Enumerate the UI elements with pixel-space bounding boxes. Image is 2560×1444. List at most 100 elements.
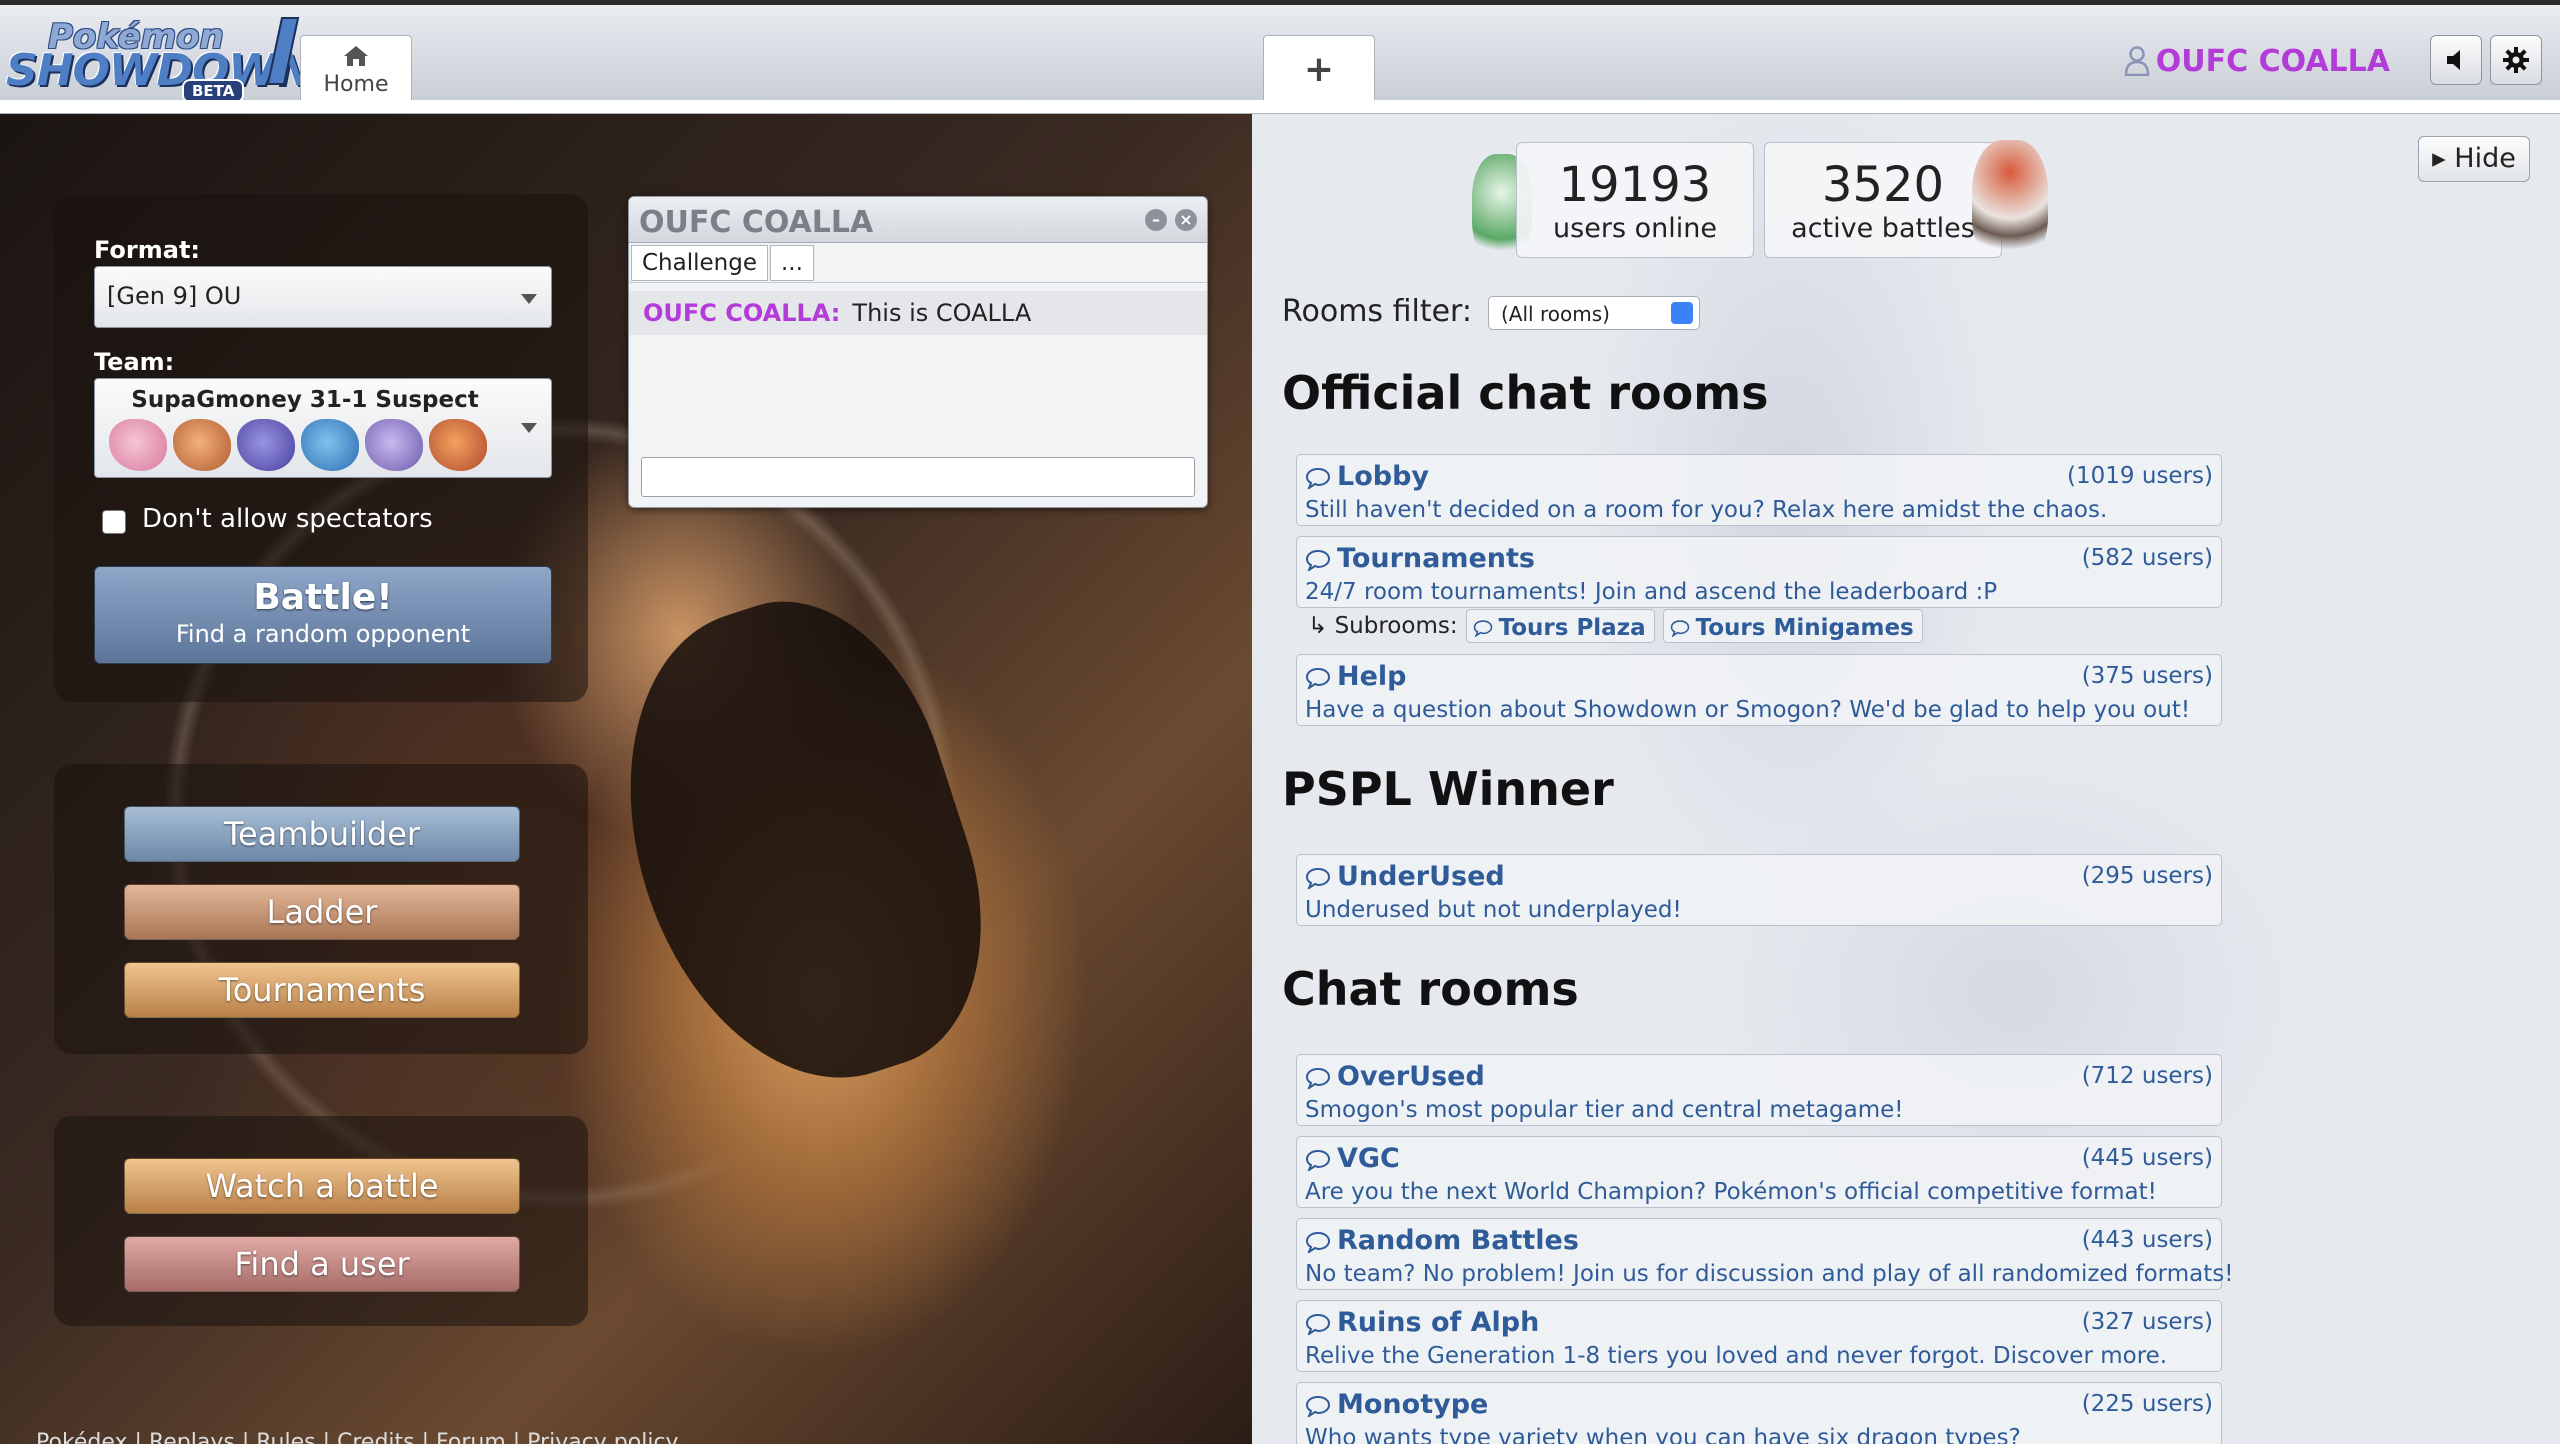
room-name: Ruins of Alph	[1337, 1307, 1540, 1338]
kartana-icon	[365, 419, 423, 471]
minimize-icon[interactable]: –	[1145, 209, 1167, 231]
room-description: 24/7 room tournaments! Join and ascend t…	[1305, 579, 1998, 605]
teambuilder-button[interactable]: Teambuilder	[124, 806, 520, 862]
team-label: Team:	[94, 348, 175, 376]
room-description: Underused but not underplayed!	[1305, 897, 1682, 923]
room-description: Still haven't decided on a room for you?…	[1305, 497, 2108, 523]
subroom-label: Tours Plaza	[1498, 614, 1646, 641]
showdown-logo[interactable]: Pokémon SHOWDOWN BETA	[6, 13, 313, 103]
pm-message: OUFC COALLA: This is COALLA	[629, 291, 1207, 335]
pspl-winner-heading: PSPL Winner	[1282, 762, 1614, 816]
subroom-tours-plaza[interactable]: Tours Plaza	[1465, 609, 1655, 643]
subroom-label: Tours Minigames	[1695, 614, 1914, 641]
active-battles-box: 3520 active battles	[1764, 142, 2002, 258]
users-online-label: users online	[1553, 213, 1717, 244]
rooms-filter-label: Rooms filter:	[1282, 294, 1472, 329]
footer-links[interactable]: Pokédex | Replays | Rules | Credits | Fo…	[36, 1430, 679, 1444]
users-online-count: 19193	[1558, 157, 1712, 213]
pm-window: OUFC COALLA – × Challenge ... OUFC COALL…	[628, 196, 1208, 508]
more-options-button[interactable]: ...	[770, 245, 814, 281]
active-battles-count: 3520	[1821, 157, 1945, 213]
chat-bubble-icon	[1670, 619, 1689, 637]
room-description: Have a question about Showdown or Smogon…	[1305, 697, 2191, 723]
menu-group-social	[54, 1116, 588, 1326]
room-user-count: (582 users)	[2081, 545, 2213, 571]
background-art	[573, 566, 1027, 1122]
room-user-count: (712 users)	[2081, 1063, 2213, 1089]
team-name: SupaGmoney 31-1 Suspect	[131, 387, 479, 413]
pm-message-input[interactable]	[641, 457, 1195, 497]
find-user-button[interactable]: Find a user	[124, 1236, 520, 1292]
settings-button[interactable]	[2490, 35, 2542, 85]
room-monotype[interactable]: Monotype (225 users) Who wants type variet…	[1296, 1382, 2222, 1444]
subroom-tours-minigames[interactable]: Tours Minigames	[1662, 609, 1923, 643]
caret-right-icon: ▸	[2432, 143, 2446, 174]
team-icons	[109, 419, 487, 471]
room-lobby[interactable]: Lobby (1019 users) Still haven't decided o…	[1296, 454, 2222, 526]
room-vgc[interactable]: VGC (445 users) Are you the next World Cha…	[1296, 1136, 2222, 1208]
room-name: VGC	[1337, 1143, 1400, 1174]
chat-rooms-heading: Chat rooms	[1282, 962, 1579, 1016]
talonflame-icon	[429, 419, 487, 471]
chat-bubble-icon	[1305, 1149, 1331, 1171]
chat-bubble-icon	[1305, 1231, 1331, 1253]
rooms-filter-value: (All rooms)	[1501, 302, 1610, 326]
room-name: Lobby	[1337, 461, 1430, 492]
room-help[interactable]: Help (375 users) Have a question about Sho…	[1296, 654, 2222, 726]
gyarados-icon	[301, 419, 359, 471]
format-select[interactable]: [Gen 9] OU	[94, 266, 552, 328]
header-divider	[0, 100, 2560, 114]
room-user-count: (295 users)	[2081, 863, 2213, 889]
room-description: Who wants type variety when you can have…	[1305, 1425, 2021, 1444]
ladder-button[interactable]: Ladder	[124, 884, 520, 940]
no-spectators-checkbox[interactable]	[102, 510, 126, 534]
format-value: [Gen 9] OU	[107, 282, 242, 310]
hide-label: Hide	[2454, 143, 2516, 174]
user-menu[interactable]: OUFC COALLA	[2124, 39, 2390, 83]
team-select[interactable]: SupaGmoney 31-1 Suspect	[94, 378, 552, 478]
pm-title-bar[interactable]: OUFC COALLA – ×	[629, 197, 1207, 243]
battle-button[interactable]: Battle! Find a random opponent	[94, 566, 552, 664]
sound-button[interactable]	[2430, 35, 2482, 85]
close-icon[interactable]: ×	[1175, 209, 1197, 231]
room-underused[interactable]: UnderUsed (295 users) Underused but not un…	[1296, 854, 2222, 926]
room-random-battles[interactable]: Random Battles (443 users) No team? No pro…	[1296, 1218, 2233, 1290]
user-icon	[2124, 46, 2150, 76]
top-bar: Pokémon SHOWDOWN BETA Home + OUFC COALLA	[0, 0, 2560, 107]
tab-home-label: Home	[323, 72, 389, 97]
room-name: Monotype	[1337, 1389, 1489, 1420]
tournaments-button[interactable]: Tournaments	[124, 962, 520, 1018]
room-description: Are you the next World Champion? Pokémon…	[1305, 1179, 2157, 1205]
room-user-count: (443 users)	[2081, 1227, 2213, 1253]
watch-battle-button[interactable]: Watch a battle	[124, 1158, 520, 1214]
hide-button[interactable]: ▸ Hide	[2418, 136, 2530, 182]
gear-icon	[2503, 47, 2529, 73]
subrooms-row: ↳ Subrooms: Tours Plaza Tours Minigames	[1308, 608, 1923, 644]
format-label: Format:	[94, 236, 201, 264]
challenge-button[interactable]: Challenge	[631, 245, 768, 281]
select-arrows-icon	[1671, 302, 1693, 324]
pm-message-text: This is COALLA	[852, 299, 1032, 327]
subrooms-label: ↳ Subrooms:	[1308, 613, 1458, 639]
room-user-count: (375 users)	[2081, 663, 2213, 689]
room-tournaments[interactable]: Tournaments (582 users) 24/7 room tourname…	[1296, 536, 2222, 608]
logo-line-2: SHOWDOWN	[6, 45, 313, 96]
room-name: OverUsed	[1337, 1061, 1485, 1092]
chat-bubble-icon	[1305, 667, 1331, 689]
rooms-filter-select[interactable]: (All rooms)	[1488, 296, 1700, 330]
room-description: Smogon's most popular tier and central m…	[1305, 1097, 1904, 1123]
new-tab-button[interactable]: +	[1263, 35, 1375, 107]
room-overused[interactable]: OverUsed (712 users) Smogon's most popular…	[1296, 1054, 2222, 1126]
chat-bubble-icon	[1305, 467, 1331, 489]
no-spectators-label: Don't allow spectators	[142, 504, 433, 534]
chevron-down-icon	[521, 294, 537, 304]
official-rooms-heading: Official chat rooms	[1282, 366, 1769, 420]
room-ruins-of-alph[interactable]: Ruins of Alph (327 users) Relive the Gener…	[1296, 1300, 2222, 1372]
meloetta-pirouette-sprite	[1972, 140, 2048, 268]
pm-message-author[interactable]: OUFC COALLA:	[643, 299, 840, 327]
room-description: Relive the Generation 1-8 tiers you love…	[1305, 1343, 2168, 1369]
tab-home[interactable]: Home	[300, 35, 412, 107]
users-online-box: 19193 users online	[1516, 142, 1754, 258]
room-user-count: (225 users)	[2081, 1391, 2213, 1417]
room-user-count: (1019 users)	[2067, 463, 2213, 489]
